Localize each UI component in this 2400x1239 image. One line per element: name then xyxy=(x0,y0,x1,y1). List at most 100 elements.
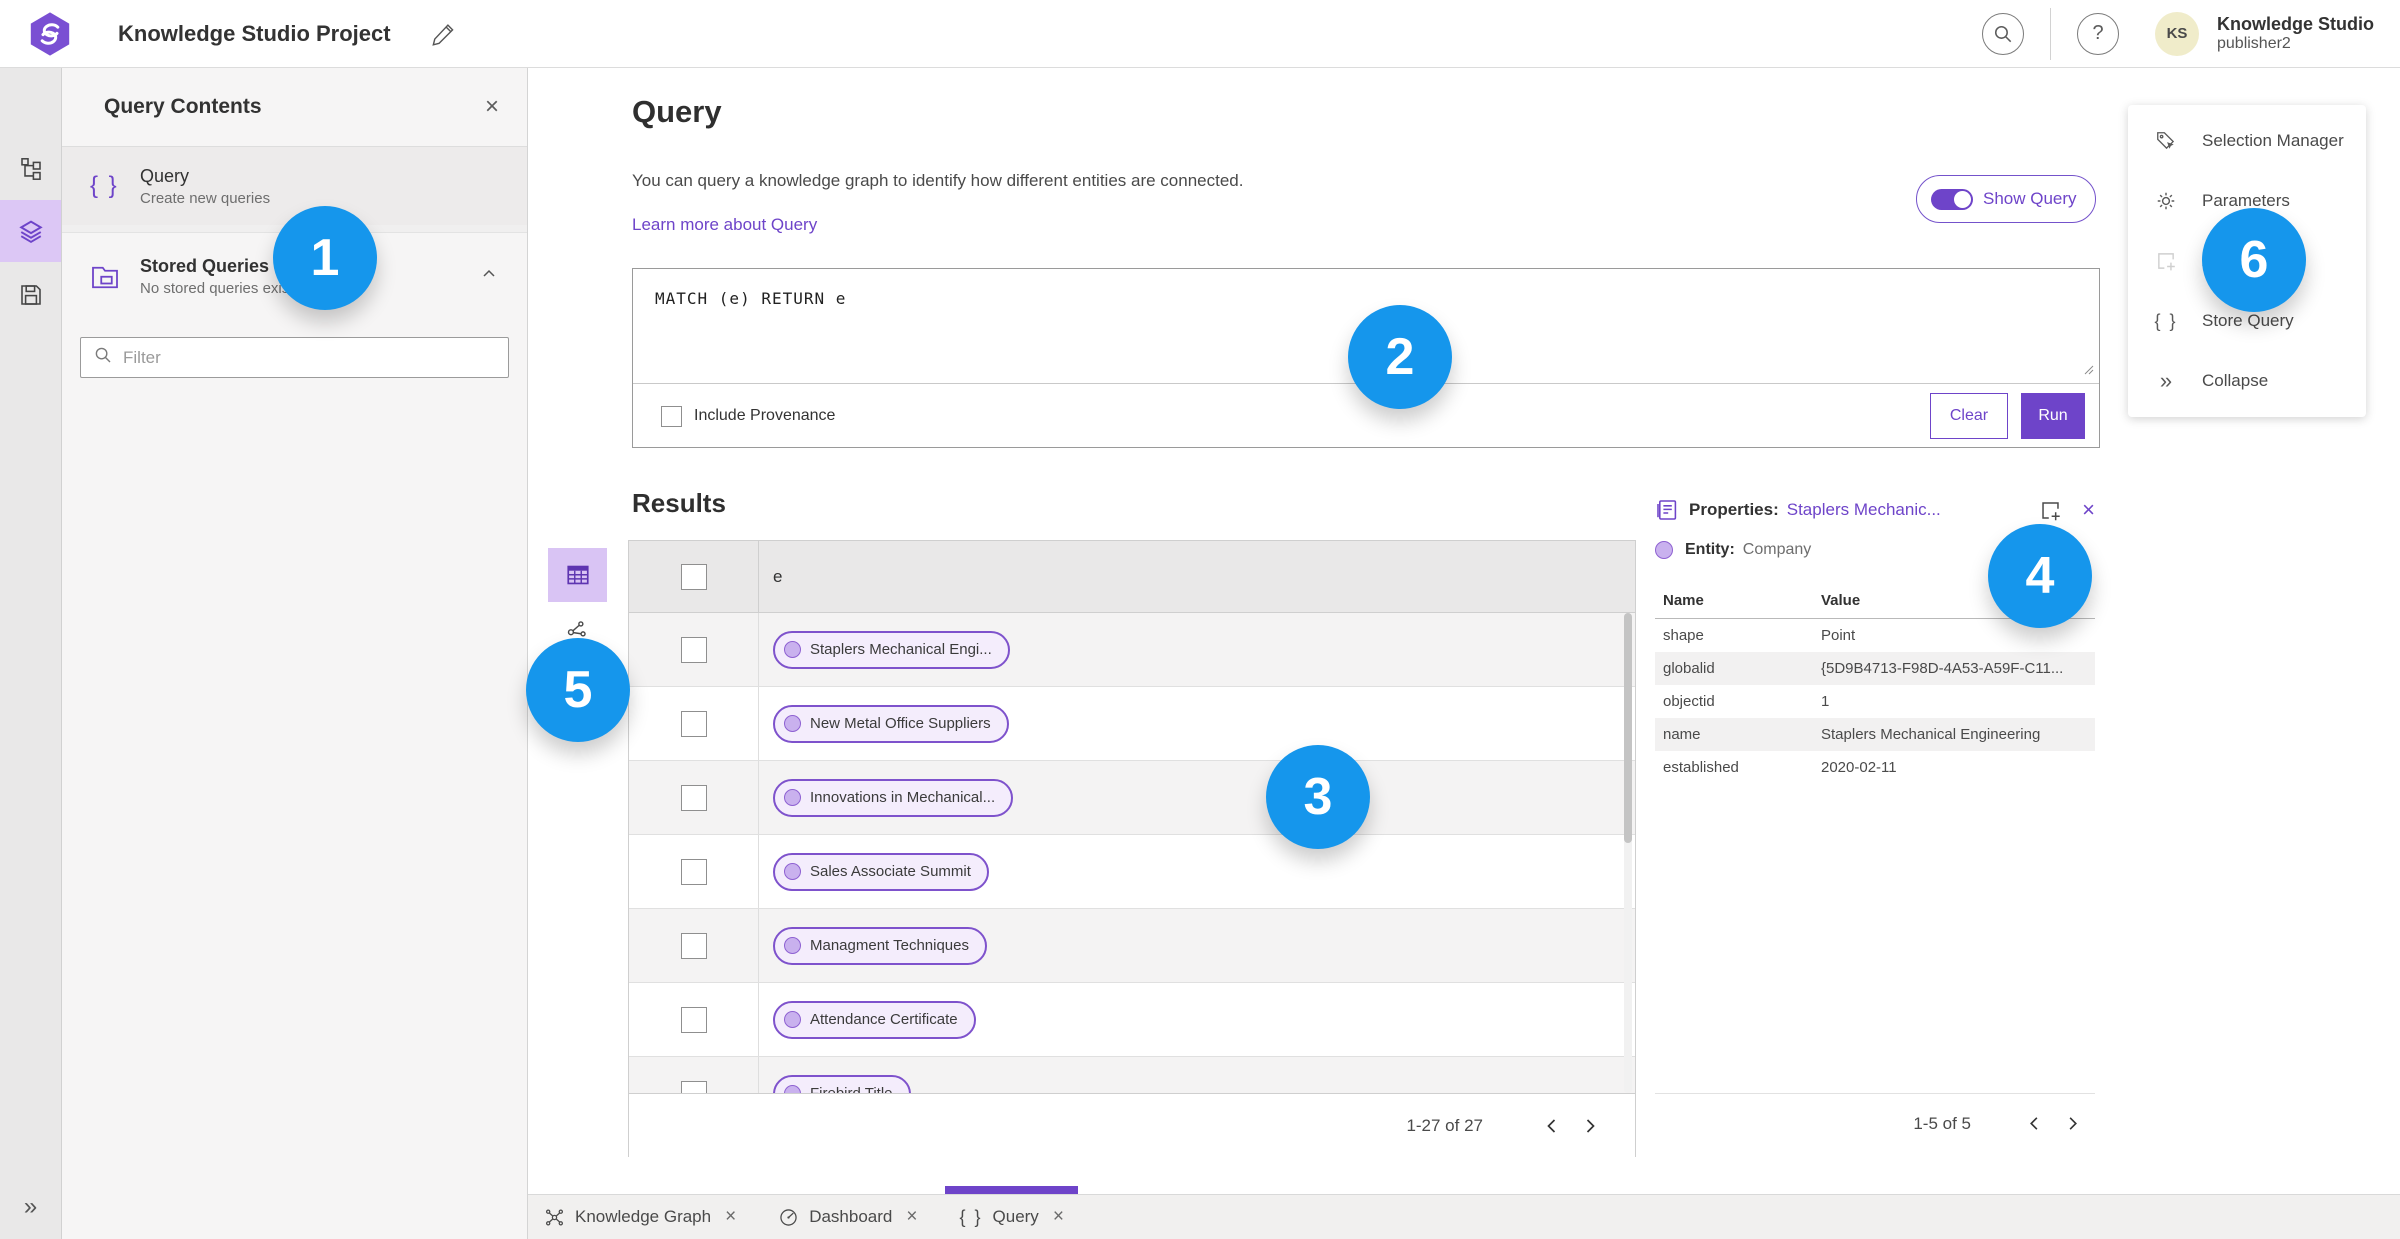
previous-page-button[interactable] xyxy=(2015,1105,2053,1143)
row-checkbox-cell xyxy=(629,613,759,686)
tab-label: Knowledge Graph xyxy=(575,1207,712,1226)
entity-pill[interactable]: Attendance Certificate xyxy=(773,1000,976,1039)
row-checkbox[interactable] xyxy=(680,1006,707,1033)
close-tab-button[interactable]: × xyxy=(725,1206,736,1228)
column-header-e: e xyxy=(773,566,783,586)
annotation-circle-2: 2 xyxy=(1348,305,1452,409)
query-item-title: Query xyxy=(140,165,190,186)
entity-pill[interactable]: Firebird Title xyxy=(773,1074,911,1093)
property-name: globalid xyxy=(1663,660,1715,677)
show-query-toggle[interactable]: Show Query xyxy=(1916,175,2096,223)
row-checkbox[interactable] xyxy=(680,1080,707,1093)
app-logo-icon[interactable] xyxy=(26,10,74,58)
table-row[interactable]: Sales Associate Summit xyxy=(629,835,1635,909)
panel-header: Query Contents × xyxy=(62,68,527,147)
tab-knowledge-graph[interactable]: Knowledge Graph × xyxy=(540,1195,740,1239)
run-button[interactable]: Run xyxy=(2021,393,2085,439)
search-button[interactable] xyxy=(1982,12,2024,55)
table-row[interactable]: Managment Techniques xyxy=(629,909,1635,983)
menu-item-selection-manager[interactable]: Selection Manager xyxy=(2128,111,2366,171)
entity-dot-icon xyxy=(784,641,801,658)
view-as-table-button[interactable] xyxy=(548,548,607,602)
annotation-circle-3: 3 xyxy=(1266,745,1370,849)
question-mark-icon: ? xyxy=(2092,22,2104,44)
annotation-number: 3 xyxy=(1303,768,1333,826)
entity-name: Sales Associate Summit xyxy=(810,863,971,880)
properties-doc-icon xyxy=(1655,498,1679,522)
row-checkbox[interactable] xyxy=(680,784,707,811)
include-provenance-checkbox[interactable] xyxy=(661,405,682,427)
entity-pill[interactable]: New Metal Office Suppliers xyxy=(773,704,1009,743)
entity-pill[interactable]: Innovations in Mechanical... xyxy=(773,778,1014,817)
expand-rail-button[interactable]: » xyxy=(0,1187,61,1227)
annotation-circle-6: 6 xyxy=(2202,208,2306,312)
entity-pill[interactable]: Staplers Mechanical Engi... xyxy=(773,630,1010,669)
close-properties-button[interactable]: × xyxy=(2082,497,2095,523)
contents-item-query[interactable]: { } Query Create new queries xyxy=(62,147,527,225)
main-content: Query You can query a knowledge graph to… xyxy=(528,68,2400,1194)
properties-entity-link[interactable]: Staplers Mechanic... xyxy=(1787,500,1941,520)
annotation-number: 2 xyxy=(1385,328,1415,386)
menu-item-collapse[interactable]: » Collapse xyxy=(2128,351,2366,411)
add-to-new-button[interactable] xyxy=(2039,499,2062,522)
row-checkbox[interactable] xyxy=(680,710,707,737)
row-checkbox[interactable] xyxy=(680,636,707,663)
tab-dashboard[interactable]: Dashboard × xyxy=(774,1195,921,1239)
close-tab-button[interactable]: × xyxy=(1053,1206,1064,1228)
edit-title-icon[interactable] xyxy=(431,21,457,47)
stored-queries-folder-icon xyxy=(90,261,136,291)
page-title: Query xyxy=(632,94,722,129)
user-meta: Knowledge Studio publisher2 xyxy=(2217,14,2374,53)
entity-dot-icon xyxy=(784,715,801,732)
table-row[interactable]: Staplers Mechanical Engi... xyxy=(629,613,1635,687)
previous-page-button[interactable] xyxy=(1533,1107,1571,1145)
property-row: name Staplers Mechanical Engineering xyxy=(1655,718,2095,751)
chevron-up-icon xyxy=(483,269,495,277)
scrollbar-thumb[interactable] xyxy=(1624,613,1632,843)
close-tab-button[interactable]: × xyxy=(906,1206,917,1228)
entity-dot-icon xyxy=(784,789,801,806)
search-icon xyxy=(93,345,113,370)
entity-pill[interactable]: Managment Techniques xyxy=(773,926,987,965)
collapse-chevrons-icon: » xyxy=(2159,368,2173,393)
property-value: 2020-02-11 xyxy=(1821,759,1897,776)
avatar[interactable]: KS xyxy=(2155,11,2199,56)
clear-button[interactable]: Clear xyxy=(1930,393,2008,439)
tab-query[interactable]: { } Query × xyxy=(945,1186,1078,1239)
table-row[interactable]: Innovations in Mechanical... xyxy=(629,761,1635,835)
layers-icon[interactable] xyxy=(0,200,61,262)
menu-item-label: Selection Manager xyxy=(2202,131,2344,150)
collapse-section-button[interactable] xyxy=(479,264,499,289)
row-checkbox-cell xyxy=(629,983,759,1056)
table-row[interactable]: Attendance Certificate xyxy=(629,983,1635,1057)
properties-pagination: 1-5 of 5 xyxy=(1655,1093,2095,1153)
row-checkbox[interactable] xyxy=(680,858,707,885)
entity-dot-icon xyxy=(784,937,801,954)
property-name: objectid xyxy=(1663,693,1715,710)
save-icon[interactable] xyxy=(0,264,61,326)
annotation-circle-4: 4 xyxy=(1988,524,2092,628)
close-panel-button[interactable]: × xyxy=(485,93,499,121)
select-all-checkbox[interactable] xyxy=(680,563,707,590)
next-page-button[interactable] xyxy=(2053,1105,2091,1143)
entity-name: New Metal Office Suppliers xyxy=(810,715,991,732)
properties-header: Properties: Staplers Mechanic... × xyxy=(1655,495,2095,525)
help-button[interactable]: ? xyxy=(2077,12,2119,55)
toggle-switch[interactable] xyxy=(1931,188,1973,210)
property-row: established 2020-02-11 xyxy=(1655,751,2095,784)
filter-input[interactable] xyxy=(123,347,496,368)
menu-item-label: Collapse xyxy=(2202,371,2269,390)
learn-more-link[interactable]: Learn more about Query xyxy=(632,215,817,235)
search-icon xyxy=(1994,25,2012,42)
entity-pill[interactable]: Sales Associate Summit xyxy=(773,852,989,891)
row-checkbox[interactable] xyxy=(680,932,707,959)
resize-handle[interactable] xyxy=(2082,360,2094,379)
app-root: Knowledge Studio Project ? KS Knowledge … xyxy=(0,0,2400,1239)
table-row[interactable]: New Metal Office Suppliers xyxy=(629,687,1635,761)
next-page-button[interactable] xyxy=(1571,1107,1609,1145)
data-model-icon[interactable] xyxy=(0,138,61,200)
table-row[interactable]: Firebird Title xyxy=(629,1057,1635,1093)
row-checkbox-cell xyxy=(629,835,759,908)
entity-name: Staplers Mechanical Engi... xyxy=(810,641,992,658)
active-tab-indicator xyxy=(945,1186,1078,1194)
